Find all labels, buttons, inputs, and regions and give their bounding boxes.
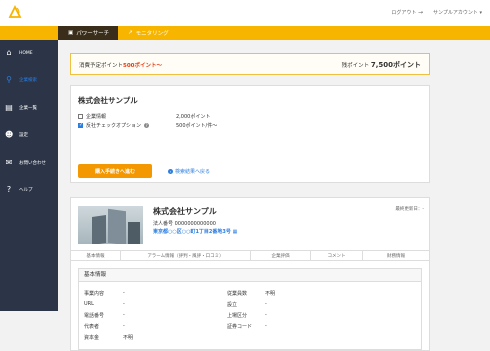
field-value: - <box>123 323 125 329</box>
field-value: - <box>265 301 267 307</box>
tab-basic-info[interactable]: 基本情報 <box>71 251 121 260</box>
logout-arrow-icon: → <box>418 9 424 16</box>
question-icon: ? <box>6 185 12 194</box>
scheduled-points: 500ポイント〜 <box>123 63 162 69</box>
remaining-points: 7,500ポイント <box>370 61 421 69</box>
field-value: - <box>265 312 267 318</box>
company-address: 東京都○○区○○町1丁目2番地3号 ▦ <box>153 229 238 235</box>
sidebar-item-home[interactable]: ⌂ HOME <box>0 43 58 63</box>
proceed-purchase-button[interactable]: 購入手続きへ進む <box>78 164 152 178</box>
field-value: - <box>123 312 125 318</box>
field-value: 不明 <box>265 291 276 297</box>
sidebar-item-contact[interactable]: ✉ お問い合わせ <box>0 153 58 173</box>
company-info-price: 2,000ポイント <box>176 114 211 120</box>
logout-link[interactable]: ログアウト → <box>391 9 423 16</box>
option-antisocial-check[interactable]: 反社チェックオプション ? <box>78 122 150 129</box>
tab-financial-info[interactable]: 財務情報 <box>363 251 429 260</box>
field-value: - <box>123 290 125 296</box>
calendar-icon: ▦ <box>232 229 238 235</box>
tab-bar: ▣ パワーサーチ ↗ モニタリング <box>0 26 490 40</box>
field-label: 資本金 <box>84 335 100 341</box>
briefcase-icon: ▣ <box>68 30 74 36</box>
detail-tabs: 基本情報 アラーム情報（評判・風評・口コミ） 企業評価 コメント 財務情報 <box>71 250 429 261</box>
top-bar: ログアウト → サンプルアカウント ▾ <box>0 0 490 26</box>
user-gear-icon: ☻ <box>5 130 14 139</box>
main-content: 消費予定ポイント500ポイント〜 残ポイント 7,500ポイント 株式会社サンプ… <box>58 40 490 351</box>
field-value: - <box>265 323 267 329</box>
home-icon: ⌂ <box>6 48 12 57</box>
back-to-results-link[interactable]: › 検索結果へ戻る <box>168 168 210 175</box>
tab-power-search[interactable]: ▣ パワーサーチ <box>58 26 118 40</box>
basic-info-section: 基本情報 事業内容 - URL - 電話番号 - 代表者 - 資本金 不明 従業… <box>78 268 422 350</box>
antisocial-check-price: 500ポイント/件〜 <box>176 123 218 129</box>
field-label: 代表者 <box>84 324 100 330</box>
field-label: 証券コード <box>227 324 253 330</box>
field-label: URL <box>84 301 94 307</box>
tab-company-rating[interactable]: 企業評価 <box>251 251 311 260</box>
logo-icon <box>8 5 22 18</box>
company-detail-panel: 株式会社サンプル 法人番号 0000000000000 東京都○○区○○町1丁目… <box>70 197 430 351</box>
field-label: 従業員数 <box>227 291 248 297</box>
company-title: 株式会社サンプル <box>78 96 138 105</box>
field-value: - <box>123 301 125 307</box>
tab-alarm-info[interactable]: アラーム情報（評判・風評・口コミ） <box>121 251 251 260</box>
detail-company-name: 株式会社サンプル <box>153 207 217 216</box>
account-name[interactable]: サンプルアカウント ▾ <box>433 9 482 16</box>
sidebar: ⌂ HOME ⚲ 企業検索 ▤ 企業一覧 ☻ 設定 ✉ お問い合わせ ? ヘルプ <box>0 40 58 311</box>
antisocial-check-checkbox[interactable] <box>78 122 83 128</box>
tab-monitoring[interactable]: ↗ モニタリング <box>118 26 188 40</box>
option-company-info[interactable]: 企業情報 <box>78 113 106 120</box>
document-icon: ▤ <box>5 103 13 112</box>
mail-icon: ✉ <box>5 158 13 167</box>
chevron-down-icon: ▾ <box>479 10 482 16</box>
search-icon: ⚲ <box>6 75 12 84</box>
purchase-panel: 株式会社サンプル 企業情報 2,000ポイント 反社チェックオプション ? 50… <box>70 85 430 183</box>
sidebar-item-company-search[interactable]: ⚲ 企業検索 <box>0 70 58 90</box>
field-label: 上場区分 <box>227 313 248 319</box>
tab-comments[interactable]: コメント <box>311 251 363 260</box>
sidebar-item-settings[interactable]: ☻ 設定 <box>0 125 58 145</box>
chevron-right-icon: › <box>168 169 173 174</box>
basic-info-title: 基本情報 <box>79 269 421 282</box>
company-info-checkbox[interactable] <box>78 114 83 119</box>
sidebar-item-company-list[interactable]: ▤ 企業一覧 <box>0 98 58 118</box>
corporate-number: 法人番号 0000000000000 <box>153 221 216 227</box>
field-value: 不明 <box>123 335 134 341</box>
help-icon[interactable]: ? <box>144 123 150 128</box>
field-label: 事業内容 <box>84 291 105 297</box>
sidebar-item-help[interactable]: ? ヘルプ <box>0 180 58 200</box>
field-label: 電話番号 <box>84 313 105 319</box>
chart-icon: ↗ <box>128 30 133 36</box>
field-label: 設立 <box>227 302 238 308</box>
company-photo <box>78 206 143 244</box>
points-summary: 消費予定ポイント500ポイント〜 残ポイント 7,500ポイント <box>70 53 430 75</box>
last-updated: 最終更新日：- <box>395 207 424 212</box>
